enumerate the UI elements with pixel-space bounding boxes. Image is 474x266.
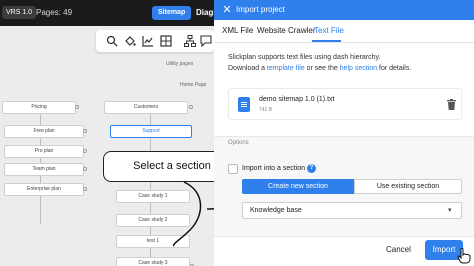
description-line-2: Download a template file or see the help…: [228, 65, 412, 72]
description-line-1: Slickplan supports text files using dash…: [228, 54, 381, 61]
node-enterprise-plan[interactable]: Enterprise plan: [4, 183, 84, 196]
fill-icon[interactable]: [124, 35, 136, 47]
cancel-button[interactable]: Cancel: [386, 244, 411, 256]
canvas-toolbar: [96, 30, 214, 52]
create-new-section-button[interactable]: Create new section: [242, 179, 354, 194]
import-project-modal: ✕ Import project XML File Website Crawle…: [214, 0, 474, 266]
use-existing-section-button[interactable]: Use existing section: [354, 179, 462, 194]
tab-website-crawler[interactable]: Website Crawler: [257, 25, 316, 37]
section-select[interactable]: Knowledge base ▾: [242, 202, 462, 219]
search-icon[interactable]: [106, 35, 118, 47]
footer-divider: [214, 236, 474, 237]
modal-title: Import project: [236, 5, 285, 14]
help-section-link[interactable]: help section: [340, 65, 377, 72]
trash-icon[interactable]: [447, 99, 456, 110]
utility-pages-label: Utility pages: [166, 61, 194, 67]
node-pro-plan[interactable]: Pro plan: [4, 145, 84, 158]
options-section: Options Import into a section ? Create n…: [214, 136, 474, 236]
pages-count: Pages: 49: [36, 8, 73, 17]
node-pricing[interactable]: Pricing: [2, 101, 76, 114]
version-badge[interactable]: VRS 1.0: [2, 6, 37, 19]
grid-icon[interactable]: [160, 35, 172, 47]
close-icon[interactable]: ✕: [221, 3, 233, 17]
template-file-link[interactable]: template file: [267, 65, 305, 72]
node-customers[interactable]: Customers: [104, 101, 188, 114]
file-size: 741 B: [259, 107, 273, 113]
node-support[interactable]: Support: [110, 125, 192, 138]
node-case-study-3[interactable]: Case study 3: [116, 257, 190, 266]
import-into-label: Import into a section: [242, 165, 306, 172]
uploaded-file-card: demo sitemap 1.0 (1).txt 741 B: [228, 88, 462, 120]
sitemap-tab[interactable]: Sitemap: [152, 6, 192, 20]
tab-xml-file[interactable]: XML File: [222, 25, 253, 37]
comment-icon[interactable]: [200, 35, 212, 47]
tabs-divider: [214, 42, 474, 43]
node-free-plan[interactable]: Free plan: [4, 125, 84, 138]
help-icon[interactable]: ?: [307, 164, 316, 173]
options-label: Options: [228, 140, 249, 146]
tab-text-file[interactable]: Text File: [314, 25, 344, 37]
node-team-plan[interactable]: Team plan: [4, 163, 84, 176]
section-select-value: Knowledge base: [250, 207, 302, 214]
import-into-checkbox[interactable]: [228, 164, 238, 174]
modal-header: ✕ Import project: [214, 0, 474, 20]
file-icon: [238, 97, 250, 112]
hand-cursor-icon: [457, 248, 471, 264]
hierarchy-icon[interactable]: [184, 35, 196, 47]
file-name: demo sitemap 1.0 (1).txt: [259, 96, 335, 103]
chevron-down-icon: ▾: [448, 207, 452, 214]
chart-icon[interactable]: [142, 35, 154, 47]
home-page-label: Home Page: [180, 82, 207, 88]
